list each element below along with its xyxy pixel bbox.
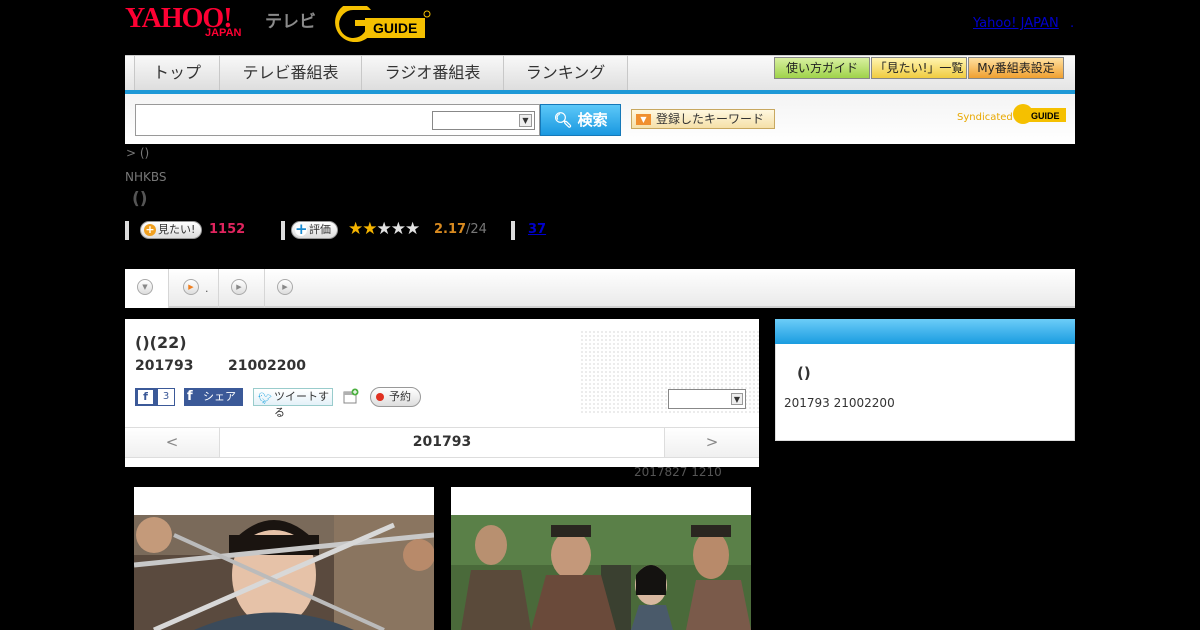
divider xyxy=(281,221,285,240)
divider xyxy=(511,221,515,240)
reserve-label: 予約 xyxy=(389,390,411,403)
want-count: 1152 xyxy=(209,222,246,237)
gguide-logo[interactable]: GUIDE xyxy=(335,6,431,42)
facebook-icon: f xyxy=(138,390,153,404)
nav-tv-guide[interactable]: テレビ番組表 xyxy=(220,56,362,90)
page: YAHOO! JAPAN テレビ GUIDE Yahoo! JAPAN . トッ… xyxy=(0,0,1200,630)
rating-count: /24 xyxy=(466,222,487,237)
nav-radio-guide[interactable]: ラジオ番組表 xyxy=(362,56,504,90)
episode-photo[interactable] xyxy=(451,487,751,630)
chevron-down-icon: ▼ xyxy=(137,279,153,295)
record-dot-icon xyxy=(376,393,384,401)
my-guide-settings-button[interactable]: My番組表設定 xyxy=(968,57,1064,79)
search-category-select[interactable]: ▼ xyxy=(432,111,535,130)
rate-button[interactable]: + 評価 xyxy=(291,221,338,239)
side-panel-title[interactable]: () xyxy=(797,364,811,382)
triangle-down-icon: ▼ xyxy=(636,114,651,125)
facebook-share-button[interactable]: f シェア xyxy=(184,388,243,406)
search-button[interactable]: 🔍︎ 検索 xyxy=(540,104,621,136)
star-icon: ★ xyxy=(390,219,406,239)
chevron-down-icon: ▼ xyxy=(519,114,532,127)
tab-label: . xyxy=(205,282,209,295)
facebook-like-button[interactable]: f 3 xyxy=(135,388,175,406)
want-button[interactable]: + 見たい! xyxy=(140,221,203,239)
header-link-dot[interactable]: . xyxy=(1070,16,1074,31)
add-to-calendar-icon[interactable] xyxy=(343,388,359,404)
star-icon: ★ xyxy=(362,219,377,239)
plus-icon: + xyxy=(144,223,156,236)
star-icon: ★ xyxy=(405,219,420,239)
current-date: 201793 xyxy=(412,434,472,450)
star-icon: ★ xyxy=(376,219,392,239)
rating-value: 2.17 xyxy=(434,222,467,237)
facebook-share-label: シェア xyxy=(203,390,236,403)
saved-keywords-button[interactable]: ▼ 登録したキーワード xyxy=(631,109,775,129)
tab-episodes[interactable]: ▶ . xyxy=(169,269,219,308)
breadcrumb[interactable]: > () xyxy=(126,146,149,160)
episode-select[interactable]: ▼ xyxy=(668,389,746,409)
episode-title: ()(22) xyxy=(135,333,187,352)
star-icon: ★ xyxy=(348,219,363,239)
search-button-label: 検索 xyxy=(577,111,608,129)
svg-text:GUIDE: GUIDE xyxy=(1031,111,1060,121)
want-button-label: 見たい! xyxy=(158,223,196,236)
tab-reviews[interactable]: ▶ xyxy=(219,269,265,308)
facebook-icon: f xyxy=(187,389,193,404)
previous-date-button[interactable]: < xyxy=(125,428,220,457)
tab-program-info[interactable]: ▼ xyxy=(125,269,169,308)
yahoo-japan-link[interactable]: Yahoo! JAPAN xyxy=(973,16,1059,31)
nav-ranking[interactable]: ランキング xyxy=(504,56,628,90)
twitter-bird-icon: 🐦︎ xyxy=(258,392,272,405)
last-updated: 2017827 1210 xyxy=(634,465,722,479)
svg-text:GUIDE: GUIDE xyxy=(373,20,417,36)
program-tabs: ▼ ▶ . ▶ ▶ xyxy=(125,269,1075,308)
facebook-like-count: 3 xyxy=(157,388,175,406)
play-icon: ▶ xyxy=(277,279,293,295)
saved-keywords-label: 登録したキーワード xyxy=(656,112,765,126)
reserve-recording-button[interactable]: 予約 xyxy=(370,387,421,407)
tab-related[interactable]: ▶ xyxy=(265,269,305,308)
syndicated-label: Syndicated xyxy=(957,112,1013,123)
episode-photo-image xyxy=(134,515,434,630)
rating-stars: ★★★★★ xyxy=(348,219,420,239)
tweet-button[interactable]: 🐦︎ ツイートする xyxy=(253,388,333,419)
episode-photo[interactable] xyxy=(134,487,434,630)
tv-logo-text[interactable]: テレビ xyxy=(265,7,316,32)
rate-button-label: 評価 xyxy=(309,223,331,236)
play-icon: ▶ xyxy=(183,279,199,295)
yahoo-japan-logo-text: JAPAN xyxy=(205,27,242,39)
divider xyxy=(125,221,129,240)
episode-date: 201793 xyxy=(135,358,194,374)
plus-icon: + xyxy=(295,220,308,238)
chevron-down-icon: ▼ xyxy=(731,393,743,405)
play-icon: ▶ xyxy=(231,279,247,295)
side-panel-datetime: 201793 21002200 xyxy=(784,396,895,410)
search-icon: 🔍︎ xyxy=(553,111,573,129)
episode-time: 21002200 xyxy=(228,358,306,374)
syndicated-gguide-logo: GUIDE xyxy=(1013,104,1066,124)
side-panel-header xyxy=(775,319,1075,344)
program-title: () xyxy=(132,189,148,209)
want-list-button[interactable]: 「見たい!」一覧 xyxy=(871,57,967,79)
episode-photo-image xyxy=(451,515,751,630)
date-navigation: < 201793 > xyxy=(125,427,759,458)
review-count-link[interactable]: 37 xyxy=(528,222,546,237)
usage-guide-button[interactable]: 使い方ガイド xyxy=(774,57,870,79)
next-date-button[interactable]: > xyxy=(664,428,759,457)
nav-top[interactable]: トップ xyxy=(134,56,220,90)
side-panel xyxy=(775,344,1075,441)
station-name: NHKBS xyxy=(125,170,167,184)
